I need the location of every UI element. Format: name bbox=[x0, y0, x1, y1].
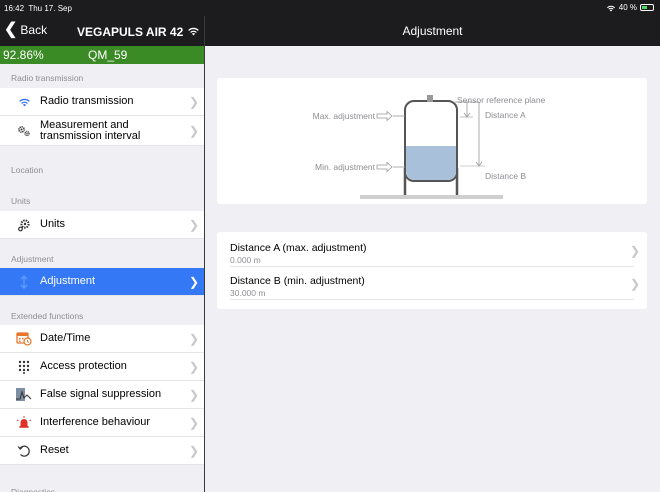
section-header-extended: Extended functions bbox=[11, 311, 84, 321]
battery-label: 40 % bbox=[618, 3, 637, 12]
sidebar-item-datetime[interactable]: Date/Time ❯ bbox=[0, 325, 204, 353]
sidebar-header: ❮ Back VEGAPULS AIR 42 bbox=[0, 16, 204, 46]
wifi-status-icon bbox=[606, 5, 615, 11]
chevron-right-icon: ❯ bbox=[188, 415, 199, 430]
distance-b-value: 30.000 m bbox=[230, 288, 266, 298]
section-header-location: Location bbox=[11, 164, 44, 175]
calendar-icon bbox=[16, 331, 32, 347]
chevron-right-icon: ❯ bbox=[188, 331, 199, 346]
sidebar-item-false-signal[interactable]: False signal suppression ❯ bbox=[0, 381, 204, 409]
chevron-right-icon: ❯ bbox=[629, 277, 640, 291]
distance-a-item[interactable]: Distance A (max. adjustment) 0.000 m ❯ bbox=[230, 234, 640, 267]
section-header-radio: Radio transmission bbox=[11, 73, 84, 83]
sidebar-item-reset[interactable]: Reset ❯ bbox=[0, 437, 204, 465]
sidebar-item-label: Interference behaviour bbox=[40, 416, 151, 428]
sidebar-item-label: Date/Time bbox=[40, 332, 91, 344]
distance-b-title: Distance B (min. adjustment) bbox=[230, 275, 365, 287]
chevron-right-icon: ❯ bbox=[188, 94, 199, 109]
back-label: Back bbox=[20, 23, 48, 37]
sensor-reference-label: Sensor reference plane bbox=[457, 95, 546, 105]
chevron-right-icon: ❯ bbox=[188, 217, 199, 232]
sidebar-item-access-protection[interactable]: Access protection ❯ bbox=[0, 353, 204, 381]
distance-b-label: Distance B bbox=[485, 171, 526, 181]
chevron-right-icon: ❯ bbox=[629, 244, 640, 258]
distance-a-title: Distance A (max. adjustment) bbox=[230, 242, 367, 254]
wifi-icon[interactable] bbox=[187, 25, 200, 36]
sensor bbox=[427, 95, 433, 102]
gear-icon bbox=[16, 217, 32, 233]
back-button[interactable]: ❮ Back bbox=[4, 21, 48, 38]
chevron-right-icon: ❯ bbox=[188, 387, 199, 402]
section-header-diagnostics: Diagnostics bbox=[11, 487, 55, 492]
adjustment-diagram-card: Max. adjustment Min. adjustment Sensor r… bbox=[217, 78, 647, 204]
sidebar-item-measurement-interval[interactable]: Measurement and transmission interval ❯ bbox=[0, 116, 204, 146]
distance-a-value: 0.000 m bbox=[230, 255, 261, 265]
wifi-icon bbox=[16, 94, 32, 110]
battery-icon bbox=[640, 4, 654, 11]
adjustment-icon bbox=[16, 274, 32, 290]
max-adjustment-label: Max. adjustment bbox=[313, 111, 376, 121]
min-arrow-icon bbox=[376, 161, 393, 173]
min-adjustment-label: Min. adjustment bbox=[315, 162, 376, 172]
chevron-right-icon: ❯ bbox=[188, 274, 199, 289]
sidebar-item-label: Reset bbox=[40, 444, 69, 456]
status-right: 40 % bbox=[606, 3, 654, 12]
chevron-right-icon: ❯ bbox=[188, 359, 199, 374]
distance-b-item[interactable]: Distance B (min. adjustment) 30.000 m ❯ bbox=[230, 267, 640, 300]
adjustment-list: Distance A (max. adjustment) 0.000 m ❯ D… bbox=[217, 232, 647, 309]
alarm-bell-icon bbox=[16, 415, 32, 431]
sidebar-item-units[interactable]: Units ❯ bbox=[0, 211, 204, 239]
sidebar-item-label: Radio transmission bbox=[40, 95, 134, 107]
split-divider bbox=[204, 16, 205, 492]
reset-icon bbox=[16, 443, 32, 459]
sidebar-item-adjustment[interactable]: Adjustment ❯ bbox=[0, 268, 204, 296]
section-header-units: Units bbox=[11, 196, 31, 206]
sidebar-item-label: Measurement and transmission interval bbox=[40, 118, 141, 142]
tank-fill bbox=[406, 146, 456, 181]
measured-value: 92.86% bbox=[3, 48, 44, 62]
sidebar: Radio transmission Radio transmission ❯ … bbox=[0, 64, 204, 492]
distance-a-label: Distance A bbox=[485, 110, 526, 120]
sidebar-item-label: Access protection bbox=[40, 360, 127, 372]
chevron-right-icon: ❯ bbox=[188, 443, 199, 458]
sidebar-item-label: Adjustment bbox=[40, 275, 96, 287]
status-time: 16:42 Thu 17. Sep bbox=[4, 4, 72, 13]
max-arrow-icon bbox=[376, 110, 393, 122]
device-title: VEGAPULS AIR 42 bbox=[77, 25, 184, 39]
status-bar: 16:42 Thu 17. Sep 40 % bbox=[0, 0, 660, 16]
keypad-icon bbox=[16, 359, 32, 375]
sidebar-item-interference[interactable]: Interference behaviour ❯ bbox=[0, 409, 204, 437]
sidebar-item-label: False signal suppression bbox=[40, 388, 162, 400]
adjustment-diagram: Max. adjustment Min. adjustment Sensor r… bbox=[313, 95, 546, 199]
page-title: Adjustment bbox=[205, 16, 660, 46]
device-status-bar: 92.86% QM_59 bbox=[0, 46, 204, 64]
ground-slab bbox=[360, 195, 503, 199]
gears-icon bbox=[16, 123, 32, 139]
signal-curve-icon bbox=[16, 387, 32, 403]
chevron-left-icon: ❮ bbox=[4, 21, 18, 38]
sidebar-item-label: Units bbox=[40, 218, 66, 230]
sidebar-item-radio-transmission[interactable]: Radio transmission ❯ bbox=[0, 88, 204, 116]
section-header-adjustment: Adjustment bbox=[11, 254, 54, 264]
chevron-right-icon: ❯ bbox=[188, 123, 199, 138]
device-tag: QM_59 bbox=[88, 48, 128, 62]
